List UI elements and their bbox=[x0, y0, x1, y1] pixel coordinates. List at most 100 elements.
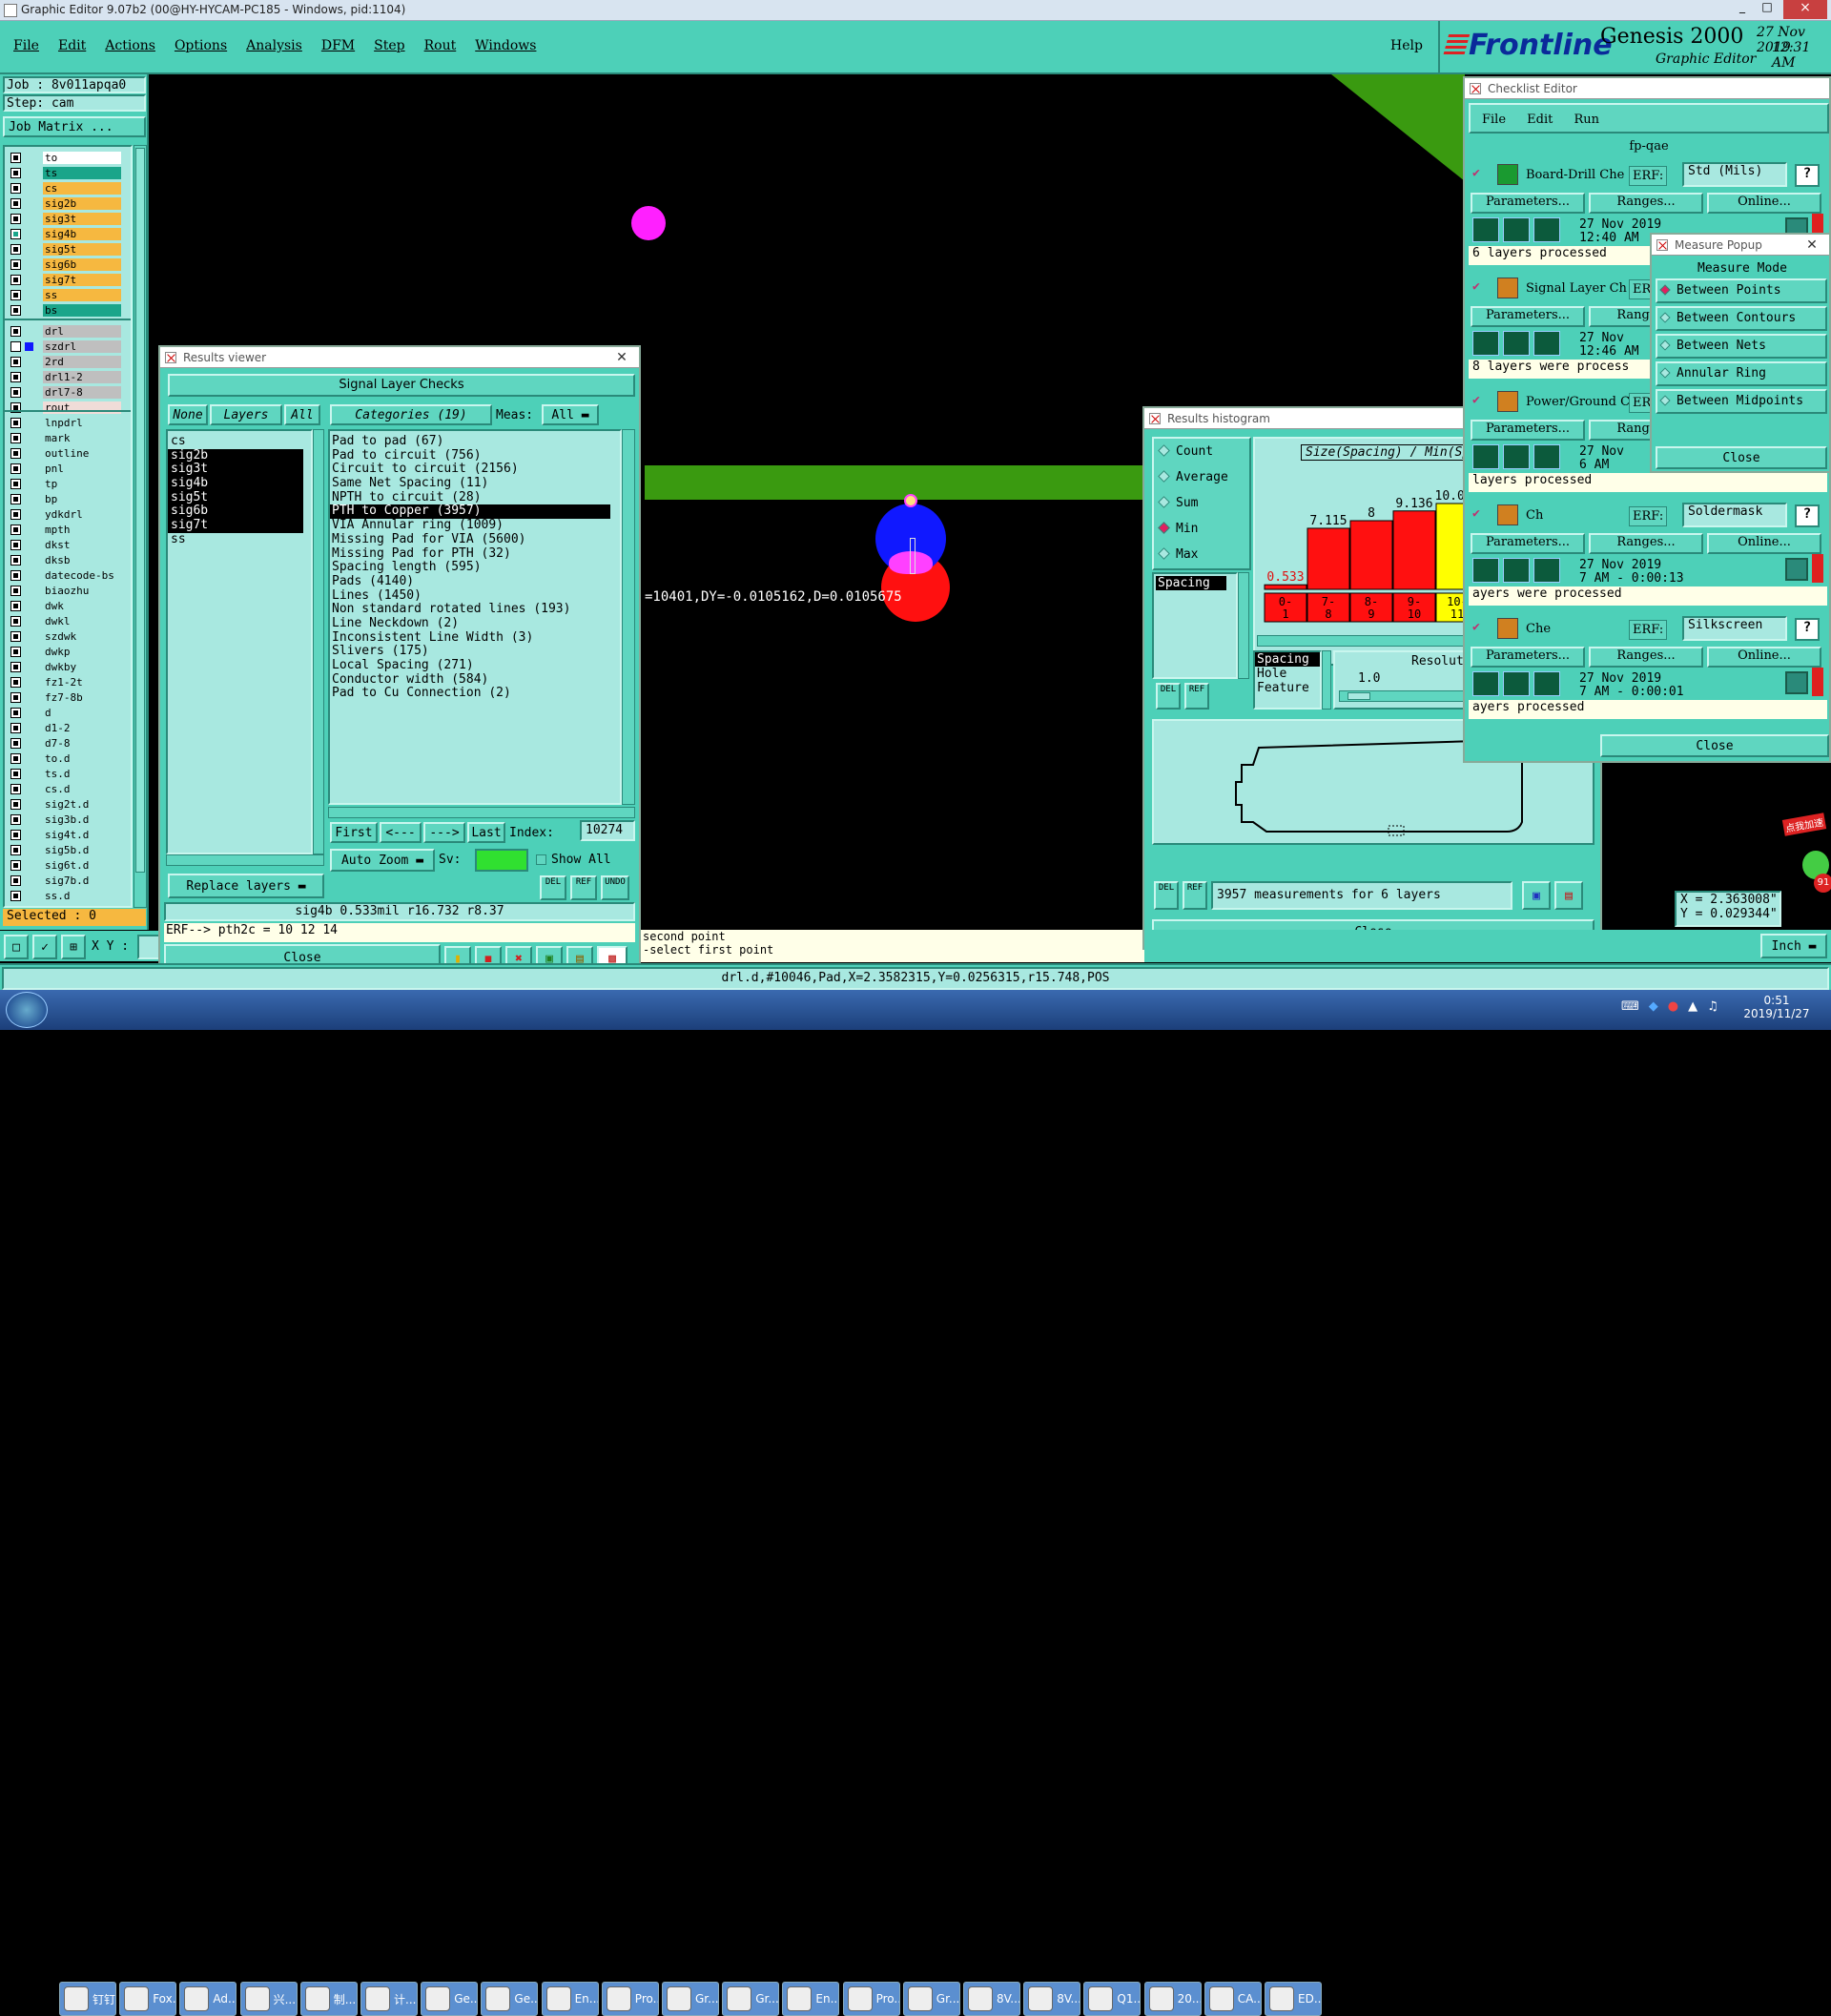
histogram-bar[interactable] bbox=[1349, 520, 1393, 590]
measure-mode-option[interactable]: Between Nets bbox=[1656, 334, 1827, 359]
menu-help[interactable]: Help bbox=[1390, 38, 1423, 53]
histogram-bar[interactable] bbox=[1306, 527, 1350, 590]
menu-options[interactable]: Options bbox=[175, 38, 227, 53]
check-online-button[interactable]: Online... bbox=[1707, 193, 1821, 214]
result-layer-item[interactable]: sig2b bbox=[168, 448, 303, 463]
meas-dropdown[interactable]: All ▬ bbox=[542, 404, 599, 425]
layer-row[interactable]: datecode-bs bbox=[5, 568, 131, 583]
tool-select-icon[interactable]: □ bbox=[4, 935, 29, 959]
taskbar-app-button[interactable]: Gr... bbox=[722, 1982, 780, 2016]
layer-row[interactable]: sig2t.d bbox=[5, 797, 131, 812]
layer-row[interactable]: bp bbox=[5, 492, 131, 506]
check-name[interactable]: Board-Drill Che bbox=[1526, 168, 1624, 182]
histogram-mode-option[interactable]: Min bbox=[1158, 522, 1198, 536]
layer-row[interactable]: drl7-8 bbox=[5, 385, 131, 400]
run-icon[interactable] bbox=[1503, 558, 1530, 583]
histogram-bar[interactable] bbox=[1264, 584, 1307, 590]
xy-field[interactable] bbox=[137, 935, 160, 959]
first-button[interactable]: First bbox=[330, 822, 378, 843]
layer-row[interactable]: sig2b bbox=[5, 196, 131, 211]
check-view-icon[interactable] bbox=[1785, 671, 1808, 694]
summary-del-icon[interactable]: DEL bbox=[1154, 881, 1179, 910]
measure-close-button[interactable]: Close bbox=[1656, 446, 1827, 469]
measure-mode-option[interactable]: Between Midpoints bbox=[1656, 389, 1827, 414]
tray-network-icon[interactable]: ▲ bbox=[1688, 999, 1697, 1014]
check-parameters-button[interactable]: Parameters... bbox=[1471, 647, 1585, 668]
prev-button[interactable]: <--- bbox=[380, 822, 422, 843]
categories-scrollbar[interactable] bbox=[622, 429, 635, 805]
check-parameters-button[interactable]: Parameters... bbox=[1471, 306, 1585, 327]
layer-row[interactable]: ydkdrl bbox=[5, 507, 131, 522]
taskbar-app-button[interactable]: 钉钉 bbox=[59, 1982, 116, 2016]
checklist-menu-edit[interactable]: Edit bbox=[1527, 113, 1553, 127]
checklist-menu-run[interactable]: Run bbox=[1574, 113, 1600, 127]
taskbar-app-button[interactable]: En... bbox=[541, 1982, 599, 2016]
start-button[interactable] bbox=[6, 992, 48, 1028]
checklist-menu-file[interactable]: File bbox=[1482, 113, 1506, 127]
tray-shield-icon[interactable]: ◆ bbox=[1649, 999, 1658, 1014]
index-field[interactable]: 10274 bbox=[580, 820, 635, 841]
menu-windows[interactable]: Windows bbox=[475, 38, 536, 53]
category-item[interactable]: Missing Pad for VIA (5600) bbox=[330, 532, 610, 547]
taskbar-app-button[interactable]: Gr... bbox=[662, 1982, 719, 2016]
replace-layers-dropdown[interactable]: Replace layers ▬ bbox=[168, 874, 324, 898]
histogram-mode-option[interactable]: Max bbox=[1158, 547, 1198, 562]
taskbar-app-button[interactable]: 计... bbox=[360, 1982, 418, 2016]
check-name[interactable]: Ch bbox=[1526, 508, 1543, 523]
resolution-slider-handle[interactable] bbox=[1348, 692, 1370, 700]
taskbar-app-button[interactable]: 兴... bbox=[239, 1982, 298, 2016]
summary-icon-a[interactable]: ▣ bbox=[1522, 881, 1551, 910]
category-item[interactable]: Local Spacing (271) bbox=[330, 658, 610, 673]
del-icon[interactable]: DEL bbox=[540, 875, 566, 900]
check-mark-icon[interactable]: ✔ bbox=[1472, 279, 1480, 294]
categories-list[interactable]: Pad to pad (67) Pad to circuit (756) Circu… bbox=[328, 429, 622, 805]
run-icon[interactable] bbox=[1472, 671, 1499, 696]
results-layer-scrollbar[interactable] bbox=[313, 429, 324, 854]
taskbar-app-button[interactable]: 制... bbox=[299, 1982, 358, 2016]
maximize-button[interactable]: □ bbox=[1755, 0, 1780, 19]
check-mark-icon[interactable]: ✔ bbox=[1472, 166, 1480, 180]
run-icon[interactable] bbox=[1472, 217, 1499, 242]
layer-row[interactable]: sig5t bbox=[5, 242, 131, 257]
result-layer-item[interactable]: ss bbox=[168, 532, 303, 547]
category-item[interactable]: Spacing length (595) bbox=[330, 560, 610, 575]
histogram-mode-option[interactable]: Sum bbox=[1158, 496, 1198, 510]
hist-ref-icon[interactable]: REF bbox=[1184, 683, 1209, 710]
measure-mode-option[interactable]: Annular Ring bbox=[1656, 361, 1827, 386]
layer-row[interactable]: sig3b.d bbox=[5, 813, 131, 827]
tray-volume-icon[interactable]: ♫ bbox=[1707, 999, 1718, 1014]
layer-row[interactable]: fz1-2t bbox=[5, 675, 131, 689]
summary-icon-b[interactable]: ▤ bbox=[1554, 881, 1583, 910]
check-name[interactable]: Power/Ground C bbox=[1526, 395, 1630, 409]
layer-row[interactable]: sig7b.d bbox=[5, 874, 131, 888]
category-item[interactable]: Conductor width (584) bbox=[330, 672, 610, 688]
close-button[interactable]: × bbox=[1783, 0, 1827, 19]
type-scrollbar[interactable] bbox=[1322, 650, 1331, 710]
run-icon[interactable] bbox=[1503, 331, 1530, 356]
run-icon[interactable] bbox=[1533, 558, 1560, 583]
type-item-hole[interactable]: Hole bbox=[1255, 667, 1320, 681]
layer-row[interactable]: dksb bbox=[5, 553, 131, 567]
menu-rout[interactable]: Rout bbox=[424, 38, 457, 53]
tool-grid-icon[interactable]: ⊞ bbox=[61, 935, 86, 959]
result-layer-item[interactable]: sig3t bbox=[168, 463, 303, 478]
result-layer-item[interactable]: sig6b bbox=[168, 504, 303, 520]
check-parameters-button[interactable]: Parameters... bbox=[1471, 533, 1585, 554]
check-erf-field[interactable]: Soldermask bbox=[1682, 503, 1787, 527]
layer-row[interactable]: dwk bbox=[5, 599, 131, 613]
result-layer-item[interactable]: sig4b bbox=[168, 476, 303, 491]
layer-row[interactable]: bs bbox=[5, 303, 131, 318]
histogram-list-item[interactable]: Spacing bbox=[1156, 576, 1226, 590]
last-button[interactable]: Last bbox=[467, 822, 505, 843]
check-ranges-button[interactable]: Ranges... bbox=[1589, 193, 1703, 214]
run-icon[interactable] bbox=[1533, 444, 1560, 469]
check-ranges-button[interactable]: Ranges... bbox=[1589, 533, 1703, 554]
category-item[interactable]: Missing Pad for PTH (32) bbox=[330, 546, 610, 562]
next-button[interactable]: ---> bbox=[423, 822, 465, 843]
layer-row[interactable]: dkst bbox=[5, 538, 131, 552]
layer-row[interactable]: dwkby bbox=[5, 660, 131, 674]
units-dropdown[interactable]: Inch ▬ bbox=[1760, 934, 1827, 958]
layer-row[interactable]: fz7-8b bbox=[5, 690, 131, 705]
auto-zoom-dropdown[interactable]: Auto Zoom ▬ bbox=[330, 849, 435, 872]
layer-row[interactable]: pnl bbox=[5, 462, 131, 476]
